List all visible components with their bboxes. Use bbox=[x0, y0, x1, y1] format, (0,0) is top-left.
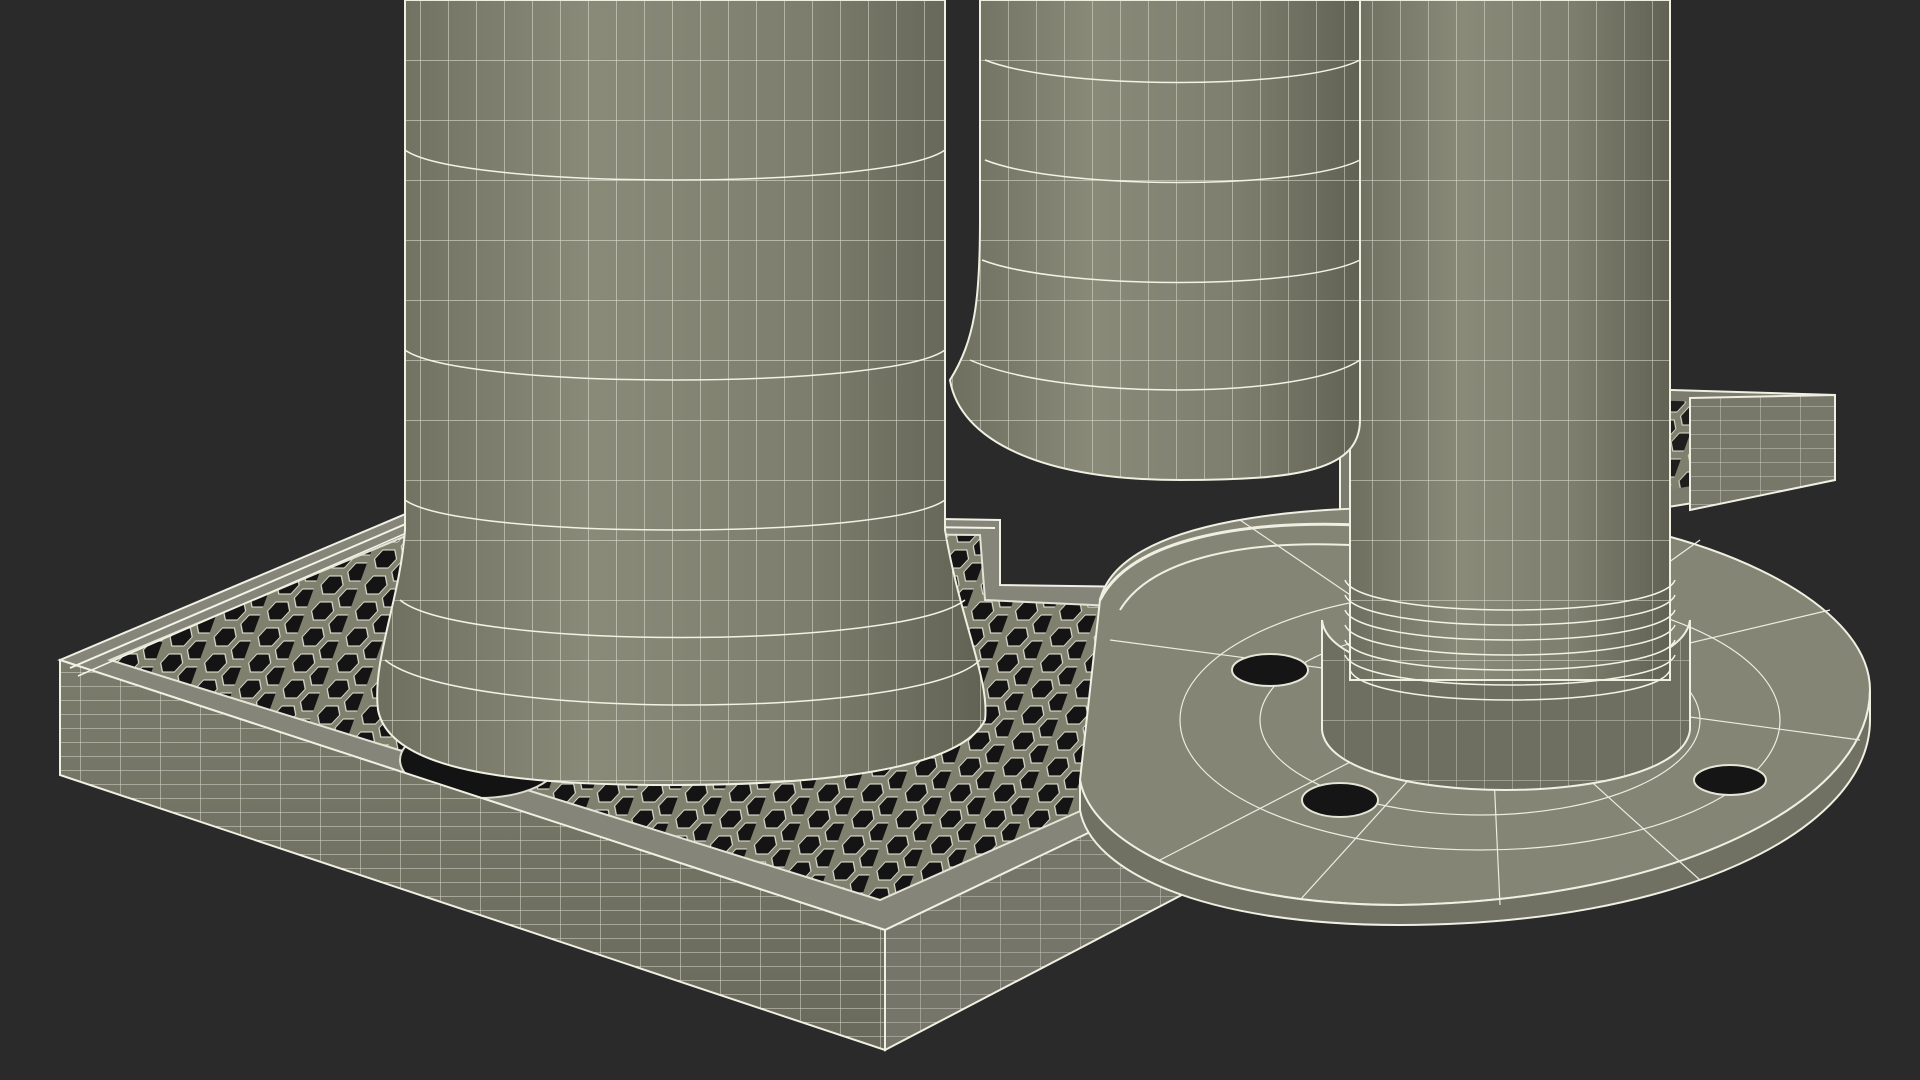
tower-column-right bbox=[1321, 0, 1691, 791]
tower-column-middle bbox=[948, 0, 1361, 482]
tower-column-left bbox=[376, 0, 987, 787]
wireframe-render bbox=[57, 0, 1872, 1052]
bolt-hole bbox=[1231, 653, 1309, 687]
bolt-hole bbox=[1301, 782, 1379, 818]
bolt-hole bbox=[1693, 764, 1767, 796]
